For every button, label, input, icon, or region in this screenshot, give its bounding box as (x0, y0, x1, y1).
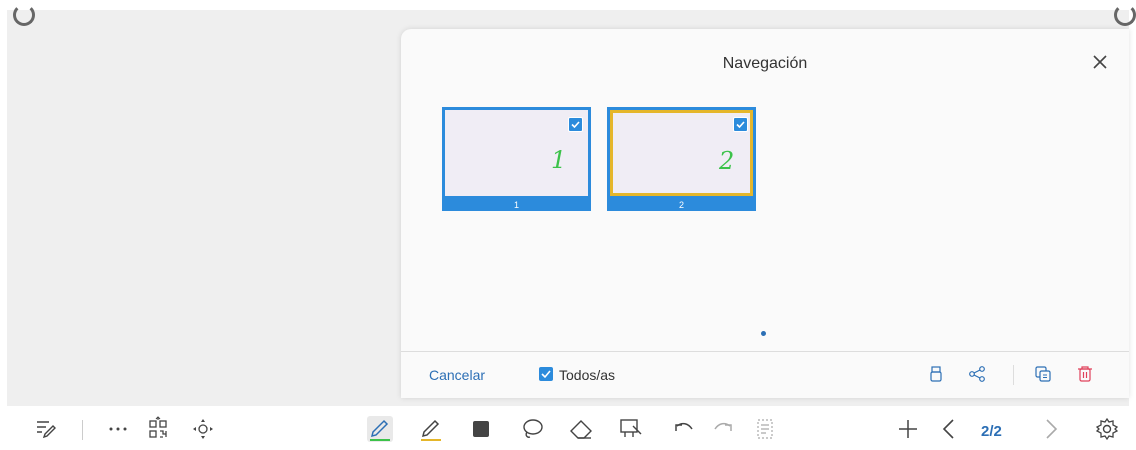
bottom-toolbar: 2/2 (0, 408, 1136, 450)
thumbnail-checkbox[interactable] (568, 117, 583, 132)
move-button[interactable] (190, 416, 216, 442)
page-thumbnail-2[interactable]: 2 2 (607, 107, 756, 211)
handwritten-number: 2 (719, 147, 735, 175)
chevron-right-icon (1046, 419, 1058, 439)
select-all-checkbox[interactable] (539, 367, 553, 381)
clipboard-button[interactable] (752, 416, 778, 442)
pen-tool-button[interactable] (367, 416, 393, 442)
more-button[interactable] (105, 416, 131, 442)
select-all-label: Todos/as (559, 367, 616, 383)
share-button[interactable] (968, 365, 986, 383)
pagination-dot[interactable] (761, 331, 766, 336)
checkmark-icon (541, 370, 551, 379)
checkmark-icon (736, 121, 745, 129)
close-button[interactable] (1089, 51, 1111, 73)
add-page-button[interactable] (895, 416, 921, 442)
undo-icon (675, 422, 693, 431)
highlighter-icon (421, 419, 441, 441)
page-indicator[interactable]: 2/2 (981, 423, 1002, 440)
trash-icon (1078, 366, 1092, 382)
footer-divider (1013, 365, 1014, 385)
notes-button[interactable] (33, 416, 59, 442)
page-number-label: 2 (678, 200, 684, 210)
handwritten-number: 1 (551, 146, 567, 174)
page-thumbnail-1[interactable]: 1 1 (442, 107, 591, 211)
toolbar-divider (82, 420, 83, 440)
settings-button[interactable] (1094, 416, 1120, 442)
move-arrows-icon (193, 419, 213, 439)
corner-handle-left (13, 4, 35, 26)
eraser-icon (570, 420, 592, 439)
presentation-tool-button[interactable] (618, 416, 644, 442)
gear-icon (1095, 417, 1119, 441)
share-icon (969, 366, 985, 382)
close-icon (1093, 55, 1107, 69)
qr-code-icon (149, 416, 167, 438)
corner-handle-right (1114, 4, 1136, 26)
usb-export-button[interactable] (927, 365, 945, 383)
checkmark-icon (571, 121, 580, 129)
lasso-icon (523, 419, 543, 438)
page-number-label: 1 (513, 200, 519, 210)
lasso-tool-button[interactable] (519, 416, 545, 442)
pen-icon (370, 419, 390, 441)
qr-code-button[interactable] (145, 416, 171, 442)
undo-button[interactable] (671, 416, 697, 442)
delete-button[interactable] (1076, 365, 1094, 383)
previous-page-button[interactable] (936, 416, 962, 442)
clipboard-icon (757, 419, 773, 439)
thumbnail-preview: 1 (445, 110, 588, 196)
duplicate-icon (1035, 366, 1051, 382)
thumbnail-preview: 2 (610, 110, 753, 196)
chevron-left-icon (942, 419, 954, 439)
thumbnail-checkbox[interactable] (733, 117, 748, 132)
panel-footer: Cancelar Todos/as (401, 351, 1129, 398)
presentation-board-icon (620, 419, 642, 437)
square-shape-icon (473, 421, 489, 437)
notes-edit-icon (37, 421, 56, 439)
highlighter-tool-button[interactable] (418, 416, 444, 442)
cancel-button[interactable]: Cancelar (429, 367, 485, 383)
next-page-button[interactable] (1038, 416, 1064, 442)
plus-icon (899, 420, 917, 438)
shape-tool-button[interactable] (468, 416, 494, 442)
navigation-panel: Navegación 1 1 2 2 Cancelar Todos/as (401, 29, 1129, 398)
usb-icon (930, 366, 942, 382)
duplicate-button[interactable] (1034, 365, 1052, 383)
eraser-tool-button[interactable] (568, 416, 594, 442)
more-dots-icon (109, 427, 127, 431)
panel-title: Navegación (722, 55, 808, 72)
redo-button[interactable] (710, 416, 736, 442)
redo-icon (714, 422, 732, 431)
